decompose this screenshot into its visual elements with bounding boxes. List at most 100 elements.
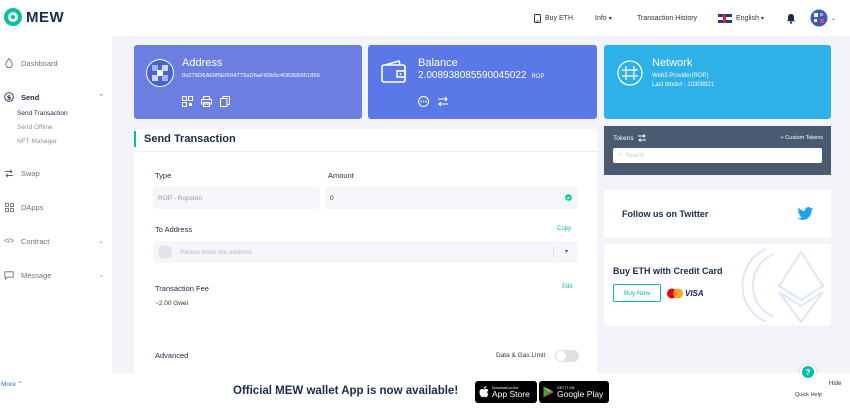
tokens-panel: Tokens + Custom Tokens ⌕ Search [604, 126, 831, 175]
tokens-search-input[interactable]: ⌕ Search [613, 148, 822, 163]
custom-tokens-link[interactable]: + Custom Tokens [780, 135, 823, 141]
more-link[interactable]: More ⌃ [1, 380, 23, 388]
to-address-input[interactable]: Please enter the address ▾ [153, 241, 578, 263]
sidebar-item-dapps[interactable]: DApps [4, 202, 108, 212]
chevron-up-icon: ⌃ [17, 381, 24, 388]
avatar [810, 9, 828, 27]
divider [134, 151, 597, 152]
buy-eth-label: Buy ETH [545, 14, 574, 22]
copy-icon[interactable] [220, 96, 230, 107]
google-play-button[interactable]: GET IT ON Google Play [539, 381, 609, 403]
hide-button[interactable]: Hide [829, 381, 841, 387]
address-blockie-icon [158, 245, 172, 259]
print-icon[interactable] [201, 96, 212, 107]
send-transaction-panel: Send Transaction Type ROP - Ropsten Amou… [134, 129, 597, 374]
sidebar-item-swap[interactable]: Swap [4, 168, 108, 178]
info-menu[interactable]: Info ▾ [595, 0, 612, 36]
mastercard-icon [667, 288, 683, 299]
network-last-block: Last block# : 10309921 [652, 82, 715, 88]
language-label: English [736, 14, 759, 22]
dropdown-chevron-icon: ▾ [564, 249, 568, 255]
address-card: Address 0x276D6A69f5Ef504773aD6aF65b5c40… [134, 45, 362, 119]
twitter-card[interactable]: Follow us on Twitter [604, 190, 831, 238]
sidebar-item-contract[interactable]: </> Contract ⌄ [4, 236, 108, 246]
app-banner-text: Official MEW wallet App is now available… [233, 385, 459, 397]
tokens-label: Tokens [613, 134, 634, 142]
chevron-down-icon: ⌄ [98, 238, 104, 245]
tokens-header: Tokens [613, 134, 647, 142]
sidebar-item-message[interactable]: Message ⌄ [4, 270, 108, 280]
sidebar-item-dashboard[interactable]: Dashboard [4, 58, 108, 68]
swap-arrows-icon[interactable] [637, 134, 647, 142]
balance-title: Balance [418, 57, 458, 69]
uk-flag-icon [718, 13, 732, 23]
visa-logo: VISA [685, 289, 704, 298]
info-label: Info [595, 14, 607, 22]
quick-help-label: Quick Help [795, 392, 822, 398]
mew-logo[interactable]: MEW [4, 8, 64, 26]
transaction-fee-label: Transaction Fee [155, 284, 209, 293]
address-title: Address [182, 57, 223, 69]
quick-help-button[interactable]: ? [800, 364, 816, 380]
sidebar-sub-send-transaction[interactable]: Send Transaction [17, 110, 68, 117]
network-title: Network [652, 57, 693, 69]
dollar-circle-icon: $ [4, 92, 14, 102]
sidebar-item-label: Send [21, 92, 40, 102]
sidebar-item-label: DApps [21, 202, 44, 212]
field-separator [553, 246, 554, 258]
transaction-history-link[interactable]: Transaction History [637, 0, 697, 36]
ethereum-watermark-icon [741, 248, 825, 324]
bell-icon [787, 13, 795, 24]
data-gas-label: Data & Gas Limit [496, 352, 546, 359]
chevron-up-icon: ⌃ [98, 94, 104, 101]
app-store-big-text: App Store [492, 388, 530, 399]
sidebar-item-send[interactable]: $ Send ⌃ [4, 92, 108, 102]
page-title: Send Transaction [144, 133, 236, 145]
tokens-search-placeholder: Search [625, 152, 645, 159]
amount-label: Amount [328, 171, 354, 180]
type-select-value: ROP - Ropsten [158, 194, 202, 202]
buy-eth-card: Buy ETH with Credit Card Buy Now VISA [604, 244, 831, 325]
swap-arrows-icon[interactable] [437, 96, 449, 107]
notifications-button[interactable] [786, 0, 796, 36]
more-options-icon[interactable] [418, 96, 429, 107]
sidebar-sub-send-offline[interactable]: Send Offline [17, 124, 53, 131]
advanced-label: Advanced [155, 351, 189, 360]
address-value: 0x276D6A69f5Ef504773aD6aF65b5c40835B9518… [182, 73, 320, 79]
twitter-icon [797, 207, 814, 220]
network-icon [617, 60, 643, 86]
logo-text: MEW [26, 8, 65, 26]
search-icon: ⌕ [619, 152, 623, 158]
code-icon: </> [3, 237, 15, 245]
edit-fee-link[interactable]: Edit [562, 284, 572, 290]
account-menu[interactable]: ⌄ [810, 0, 836, 36]
toggle-knob [556, 351, 566, 361]
type-select[interactable]: ROP - Ropsten [153, 187, 320, 209]
amount-input[interactable]: 0 [325, 187, 578, 209]
amount-value: 0 [330, 194, 334, 202]
message-icon [4, 270, 14, 280]
data-gas-toggle[interactable] [555, 350, 579, 362]
top-bar: MEW Buy ETH Info ▾ Transaction History E… [0, 0, 850, 36]
address-identicon [146, 59, 174, 87]
sidebar-sub-nft-manager[interactable]: NFT Manager [17, 138, 57, 145]
check-circle-icon [565, 194, 572, 201]
sidebar: Dashboard $ Send ⌃ Send Transaction Send… [0, 36, 112, 373]
wallet-icon [381, 60, 406, 83]
copy-link[interactable]: Copy [557, 226, 571, 232]
sidebar-item-label: Swap [21, 168, 40, 178]
more-label: More [1, 381, 16, 388]
google-play-icon [543, 386, 553, 398]
sidebar-item-label: Message [21, 270, 52, 280]
buy-eth-title: Buy ETH with Credit Card [613, 266, 723, 276]
buy-eth-link[interactable]: Buy ETH [534, 0, 573, 36]
qr-code-icon[interactable] [182, 96, 193, 107]
mew-logo-icon [4, 8, 22, 26]
dapps-grid-icon [4, 202, 14, 212]
fee-value: ~2.00 Gwei [155, 300, 189, 307]
buy-now-button[interactable]: Buy Now [613, 284, 661, 302]
language-selector[interactable]: English ▾ [718, 0, 764, 36]
title-accent-bar [134, 131, 136, 147]
svg-text:$: $ [7, 93, 12, 101]
app-store-button[interactable]: Download on the App Store [475, 381, 537, 403]
